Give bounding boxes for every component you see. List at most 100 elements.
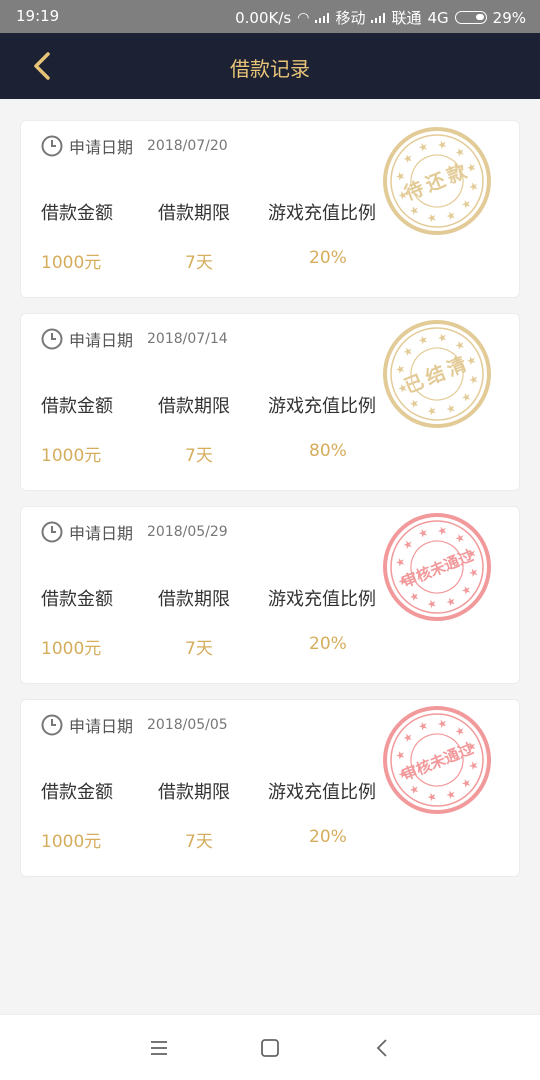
system-nav-bar [0, 1014, 540, 1080]
stamp-star: ★ [394, 747, 408, 763]
status-stamp: ★★★★★★★★★★ ★ ★审核未通过 [383, 706, 491, 814]
status-bar: 19:19 0.00K/s ◠ 移动 联通 4G 29% [0, 0, 540, 33]
page-title: 借款记录 [230, 57, 310, 81]
status-time: 19:19 [16, 7, 60, 25]
stamp-star: ★ [453, 337, 467, 353]
stamp-star: ★ [416, 718, 430, 734]
ratio-value: 20% [309, 634, 347, 654]
clock-icon [41, 135, 63, 157]
apply-date-row: 申请日期 2018/07/14 [41, 327, 228, 351]
ratio-label: 游戏充值比例 [268, 396, 376, 417]
stamp-star: ★ [453, 530, 467, 546]
status-right: 0.00K/s ◠ 移动 联通 4G 29% [235, 7, 526, 28]
stamp-star: ★ [444, 787, 458, 803]
apply-date-value: 2018/07/14 [147, 331, 228, 347]
term-label: 借款期限 [158, 396, 230, 417]
apply-date-value: 2018/07/20 [147, 138, 228, 154]
system-back-button[interactable] [370, 1035, 396, 1061]
loan-record-list: 申请日期 2018/07/20 借款金额 借款期限 游戏充值比例 1000元 7… [20, 120, 520, 892]
term-value: 7天 [185, 832, 213, 852]
menu-icon [151, 1041, 167, 1055]
stamp-star: ★ [394, 168, 408, 184]
stamp-star: ★ [401, 151, 415, 167]
stamp-star: ★ [459, 389, 473, 405]
stamp-star: ★ [435, 523, 449, 539]
stamp-star: ★ [444, 401, 458, 417]
apply-date-label: 申请日期 [69, 331, 134, 350]
status-stamp: ★★★★★★★★★★ ★ ★审核未通过 [383, 513, 491, 621]
stamp-star: ★ [444, 594, 458, 610]
apply-date-label: 申请日期 [69, 524, 134, 543]
home-icon [261, 1039, 279, 1057]
term-label: 借款期限 [158, 782, 230, 803]
amount-label: 借款金额 [41, 396, 113, 417]
stamp-star: ★ [467, 758, 481, 774]
menu-button[interactable] [146, 1035, 172, 1061]
stamp-star: ★ [401, 344, 415, 360]
carrier-1: 移动 [335, 9, 366, 27]
home-button[interactable] [257, 1035, 283, 1061]
stamp-star: ★ [407, 782, 421, 798]
ratio-label: 游戏充值比例 [268, 782, 376, 803]
term-value: 7天 [185, 446, 213, 466]
term-value: 7天 [185, 639, 213, 659]
amount-label: 借款金额 [41, 782, 113, 803]
wifi-icon: ◠ [297, 9, 310, 26]
loan-record-card[interactable]: 申请日期 2018/07/14 借款金额 借款期限 游戏充值比例 1000元 7… [20, 313, 520, 491]
stamp-star: ★ [453, 723, 467, 739]
signal-icon [315, 12, 330, 23]
term-value: 7天 [185, 253, 213, 273]
clock-icon [41, 714, 63, 736]
stamp-star: ★ [401, 537, 415, 553]
battery-icon [454, 11, 487, 24]
stamp-star: ★ [394, 554, 408, 570]
ratio-value: 80% [309, 441, 347, 461]
status-stamp: ★★★★★★★★★★ ★ ★待还款 [383, 127, 491, 235]
apply-date-value: 2018/05/05 [147, 717, 228, 733]
loan-record-card[interactable]: 申请日期 2018/05/05 借款金额 借款期限 游戏充值比例 1000元 7… [20, 699, 520, 877]
amount-value: 1000元 [41, 253, 102, 273]
term-label: 借款期限 [158, 203, 230, 224]
signal-icon [371, 12, 386, 23]
amount-value: 1000元 [41, 446, 102, 466]
amount-value: 1000元 [41, 639, 102, 659]
apply-date-value: 2018/05/29 [147, 524, 228, 540]
stamp-star: ★ [444, 208, 458, 224]
carrier-2: 联通 [391, 9, 422, 27]
stamp-star: ★ [407, 203, 421, 219]
stamp-star: ★ [425, 596, 439, 612]
status-stamp: ★★★★★★★★★★ ★ ★已结清 [383, 320, 491, 428]
stamp-star: ★ [459, 196, 473, 212]
stamp-star: ★ [459, 775, 473, 791]
stamp-star: ★ [425, 210, 439, 226]
stamp-star: ★ [394, 361, 408, 377]
stamp-star: ★ [407, 396, 421, 412]
stamp-star: ★ [459, 582, 473, 598]
stamp-star: ★ [416, 332, 430, 348]
loan-record-card[interactable]: 申请日期 2018/05/29 借款金额 借款期限 游戏充值比例 1000元 7… [20, 506, 520, 684]
stamp-star: ★ [416, 139, 430, 155]
stamp-star: ★ [435, 137, 449, 153]
ratio-value: 20% [309, 827, 347, 847]
stamp-star: ★ [416, 525, 430, 541]
ratio-label: 游戏充值比例 [268, 589, 376, 610]
ratio-value: 20% [309, 248, 347, 268]
amount-label: 借款金额 [41, 203, 113, 224]
term-label: 借款期限 [158, 589, 230, 610]
amount-label: 借款金额 [41, 589, 113, 610]
amount-value: 1000元 [41, 832, 102, 852]
back-triangle-icon [376, 1039, 387, 1057]
nav-bar: 借款记录 [0, 33, 540, 99]
stamp-star: ★ [401, 730, 415, 746]
apply-date-label: 申请日期 [69, 138, 134, 157]
network-type: 4G [427, 8, 449, 27]
clock-icon [41, 521, 63, 543]
clock-icon [41, 328, 63, 350]
apply-date-row: 申请日期 2018/05/05 [41, 713, 228, 737]
loan-record-card[interactable]: 申请日期 2018/07/20 借款金额 借款期限 游戏充值比例 1000元 7… [20, 120, 520, 298]
stamp-star: ★ [467, 372, 481, 388]
apply-date-row: 申请日期 2018/05/29 [41, 520, 228, 544]
stamp-star: ★ [453, 144, 467, 160]
stamp-star: ★ [435, 716, 449, 732]
apply-date-row: 申请日期 2018/07/20 [41, 134, 228, 158]
